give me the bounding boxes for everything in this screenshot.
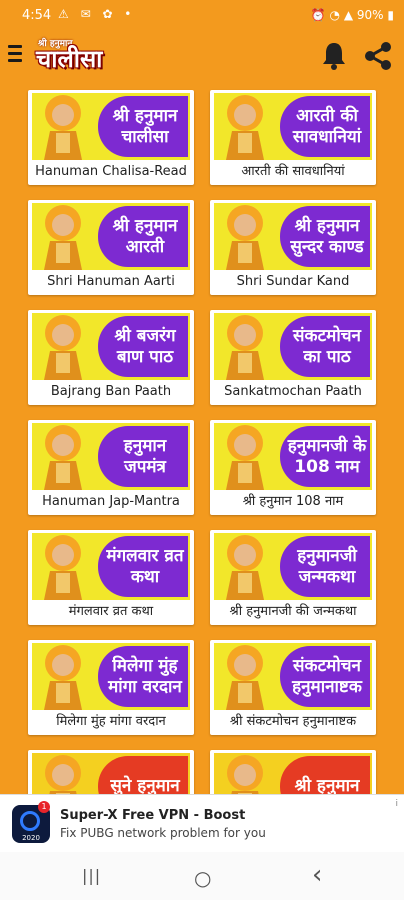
hanuman-image (226, 535, 264, 600)
card-banner: संकटमोचन हनुमानाष्टक (214, 643, 372, 710)
card-hanumanashtak[interactable]: संकटमोचन हनुमानाष्टक श्री संकटमोचन हनुमा… (210, 640, 376, 735)
status-bar: 4:54 ⚠ ✉ ✿ • ⏰ ◔ ▲ 90% ▮ (0, 0, 404, 32)
ad-notification-badge: 1 (38, 801, 50, 813)
wifi-icon: ◔ (329, 8, 340, 22)
card-caption: श्री हनुमान 108 नाम (242, 494, 344, 509)
card-caption: मंगलवार व्रत कथा (68, 604, 154, 619)
card-banner: हनुमानजी जन्मकथा (214, 533, 372, 600)
hanuman-image (45, 755, 81, 794)
card-mangalvar-vrat[interactable]: मंगलवार व्रत कथा मंगलवार व्रत कथा (28, 530, 194, 625)
status-right: ⏰ ◔ ▲ 90% ▮ (311, 8, 394, 22)
card-caption: Shri Hanuman Aarti (47, 274, 175, 289)
card-banner-text: श्री बजरंग बाण पाठ (98, 316, 188, 377)
hanuman-image (226, 205, 264, 270)
card-banner-text: श्री हनुमान चालीसा (98, 96, 188, 157)
hanuman-image (226, 425, 264, 490)
card-banner-text: श्री हनुमान आरती (98, 206, 188, 267)
content-grid: श्री हनुमान चालीसा Hanuman Chalisa-Read … (0, 88, 404, 794)
card-janmkatha[interactable]: हनुमानजी जन्मकथा श्री हनुमानजी की जन्मकथ… (210, 530, 376, 625)
card-banner-text: हनुमानजी जन्मकथा (280, 536, 370, 597)
app-bar: श्री हनुमान चालीसा (0, 32, 404, 80)
hanuman-image (44, 425, 82, 490)
card-caption: श्री संकटमोचन हनुमानाष्टक (229, 714, 357, 729)
card-banner: मिलेगा मुंह मांगा वरदान (32, 643, 190, 710)
card-banner-text: आरती की सावधानियां (280, 96, 370, 157)
card-banner-text: श्री हनुमान (280, 756, 370, 794)
signal-icon: ▲ (343, 8, 354, 22)
logo-title: चालीसा (36, 45, 103, 73)
card-caption: Hanuman Jap-Mantra (42, 494, 180, 509)
ad-title: Super-X Free VPN - Boost (60, 808, 246, 823)
hanuman-image (226, 645, 264, 710)
card-caption: आरती की सावधानियां (241, 164, 345, 179)
ad-icon-label: 2020 (22, 834, 40, 842)
card-muh-manga-vardan[interactable]: मिलेगा मुंह मांगा वरदान मिलेगा मुंह मांग… (28, 640, 194, 735)
card-banner-text: हनुमानजी के 108 नाम (280, 426, 370, 487)
notification-icons: ⚠ ✉ ✿ • (58, 7, 136, 21)
card-108-naam[interactable]: हनुमानजी के 108 नाम श्री हनुमान 108 नाम (210, 420, 376, 515)
card-sundar-kand[interactable]: श्री हनुमान सुन्दर काण्ड Shri Sundar Kan… (210, 200, 376, 295)
hanuman-image (227, 755, 263, 794)
hanuman-image (226, 95, 264, 160)
card-banner-text: संकटमोचन का पाठ (280, 316, 370, 377)
hanuman-image (44, 205, 82, 270)
card-banner-text: हनुमान जपमंत्र (98, 426, 188, 487)
card-banner: मंगलवार व्रत कथा (32, 533, 190, 600)
card-sune-hanuman[interactable]: सुने हनुमान (28, 750, 194, 794)
card-caption: मिलेगा मुंह मांगा वरदान (56, 714, 166, 729)
card-banner-text: संकटमोचन हनुमानाष्टक (280, 646, 370, 707)
ad-info-icon[interactable]: i (395, 799, 398, 809)
ad-subtitle: Fix PUBG network problem for you (60, 826, 266, 840)
battery-icon: ▮ (387, 8, 394, 22)
card-sankatmochan-paath[interactable]: संकटमोचन का पाठ Sankatmochan Paath (210, 310, 376, 405)
card-banner: श्री हनुमान (214, 753, 372, 794)
ad-banner[interactable]: 2020 1 Super-X Free VPN - Boost Fix PUBG… (0, 794, 404, 853)
recents-icon[interactable]: ||| (82, 866, 101, 885)
card-hanuman-chalisa[interactable]: श्री हनुमान चालीसा Hanuman Chalisa-Read (28, 90, 194, 185)
card-banner: संकटमोचन का पाठ (214, 313, 372, 380)
card-banner: हनुमानजी के 108 नाम (214, 423, 372, 490)
card-caption: Shri Sundar Kand (236, 274, 350, 289)
back-icon[interactable]: ‹ (312, 860, 322, 890)
card-aarti-savdhaniyan[interactable]: आरती की सावधानियां आरती की सावधानियां (210, 90, 376, 185)
card-banner: श्री हनुमान सुन्दर काण्ड (214, 203, 372, 270)
bell-icon[interactable] (318, 40, 350, 72)
home-icon[interactable]: ○ (194, 866, 211, 890)
hanuman-image (44, 315, 82, 380)
card-banner-text: मिलेगा मुंह मांगा वरदान (98, 646, 188, 707)
hanuman-image (226, 315, 264, 380)
hanuman-image (44, 95, 82, 160)
card-caption: Hanuman Chalisa-Read (35, 164, 187, 179)
battery-percent: 90% (356, 8, 384, 22)
hanuman-image (44, 645, 82, 710)
menu-icon[interactable] (8, 45, 22, 65)
share-icon[interactable] (362, 40, 394, 72)
card-jap-mantra[interactable]: हनुमान जपमंत्र Hanuman Jap-Mantra (28, 420, 194, 515)
card-banner: श्री हनुमान चालीसा (32, 93, 190, 160)
system-nav-bar: ||| ○ ‹ (0, 852, 404, 900)
hanuman-image (44, 535, 82, 600)
card-banner: आरती की सावधानियां (214, 93, 372, 160)
card-banner-text: श्री हनुमान सुन्दर काण्ड (280, 206, 370, 267)
card-banner: हनुमान जपमंत्र (32, 423, 190, 490)
card-banner-text: मंगलवार व्रत कथा (98, 536, 188, 597)
app-logo: श्री हनुमान चालीसा (34, 36, 152, 74)
card-caption: श्री हनुमानजी की जन्मकथा (229, 604, 357, 619)
card-shri-hanuman[interactable]: श्री हनुमान (210, 750, 376, 794)
card-caption: Sankatmochan Paath (224, 384, 362, 399)
card-bajrang-ban[interactable]: श्री बजरंग बाण पाठ Bajrang Ban Paath (28, 310, 194, 405)
card-banner: श्री हनुमान आरती (32, 203, 190, 270)
status-time: 4:54 (22, 8, 52, 23)
card-banner: श्री बजरंग बाण पाठ (32, 313, 190, 380)
card-caption: Bajrang Ban Paath (50, 384, 172, 399)
alarm-icon: ⏰ (310, 8, 326, 22)
card-banner-text: सुने हनुमान (98, 756, 188, 794)
card-hanuman-aarti[interactable]: श्री हनुमान आरती Shri Hanuman Aarti (28, 200, 194, 295)
card-banner: सुने हनुमान (32, 753, 190, 794)
